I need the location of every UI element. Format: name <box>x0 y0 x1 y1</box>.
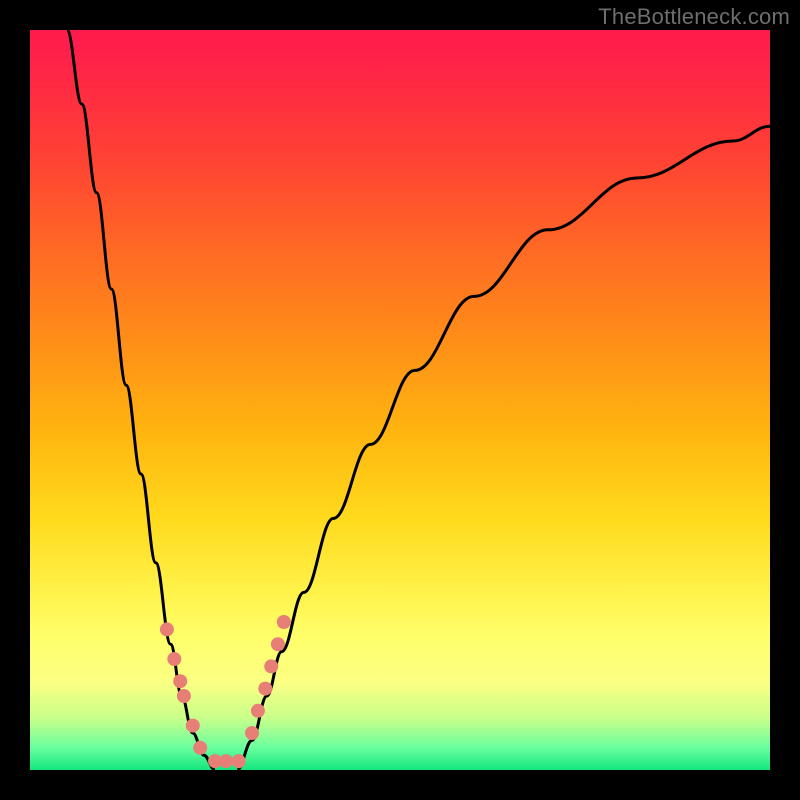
data-marker <box>264 659 278 673</box>
right-curve <box>237 126 770 770</box>
data-marker <box>251 704 265 718</box>
data-marker <box>193 741 207 755</box>
data-marker <box>177 689 191 703</box>
data-marker <box>160 622 174 636</box>
data-marker <box>186 719 200 733</box>
data-marker <box>167 652 181 666</box>
left-curve <box>67 30 215 770</box>
data-marker <box>277 615 291 629</box>
data-marker <box>245 726 259 740</box>
data-marker <box>232 754 246 768</box>
data-marker <box>271 637 285 651</box>
data-marker <box>219 754 233 768</box>
chart-svg <box>30 30 770 770</box>
data-marker <box>258 682 272 696</box>
data-marker <box>173 674 187 688</box>
chart-frame: TheBottleneck.com <box>0 0 800 800</box>
watermark-text: TheBottleneck.com <box>598 4 790 30</box>
data-markers <box>160 615 291 768</box>
plot-gradient-area <box>30 30 770 770</box>
